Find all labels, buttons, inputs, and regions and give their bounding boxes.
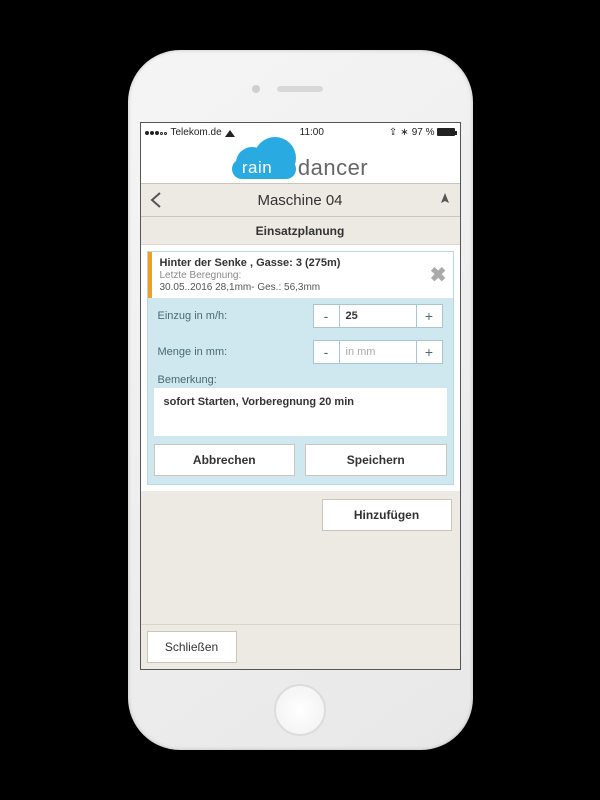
selected-field-row: Hinter der Senke , Gasse: 3 (275m) Letzt… [148, 252, 453, 298]
menge-value[interactable]: in mm [340, 341, 416, 363]
einzug-plus-button[interactable]: + [416, 305, 442, 327]
einzug-label: Einzug in m/h: [158, 310, 313, 322]
remark-input[interactable]: sofort Starten, Vorberegnung 20 min [154, 388, 447, 436]
einzug-value[interactable]: 25 [340, 305, 416, 327]
remark-label: Bemerkung: [148, 370, 453, 388]
map-marker-icon[interactable] [430, 184, 460, 216]
last-irrigation-data: 30.05..2016 28,1mm- Ges.: 56,3mm [160, 282, 445, 293]
lower-panel: Hinzufügen Schließen [141, 491, 460, 669]
save-button[interactable]: Speichern [305, 444, 447, 476]
app-logo: rain dancer [141, 141, 460, 183]
phone-speaker [277, 86, 323, 92]
section-header: Einsatzplanung [141, 217, 460, 245]
planning-card: Hinter der Senke , Gasse: 3 (275m) Letzt… [147, 251, 454, 485]
menge-label: Menge in mm: [158, 346, 313, 358]
cloud-icon: rain [232, 145, 296, 179]
page-title: Maschine 04 [171, 192, 430, 209]
field-title: Hinter der Senke , Gasse: 3 (275m) [160, 257, 445, 269]
logo-text-dancer: dancer [298, 155, 368, 181]
carrier-label: Telekom.de [171, 127, 222, 138]
title-bar: Maschine 04 [141, 183, 460, 217]
remove-field-button[interactable]: ✖ [430, 263, 447, 288]
add-button[interactable]: Hinzufügen [322, 499, 452, 531]
cancel-button[interactable]: Abbrechen [154, 444, 296, 476]
menge-stepper: - in mm + [313, 340, 443, 364]
close-button[interactable]: Schließen [147, 631, 237, 663]
phone-camera [252, 85, 260, 93]
menge-plus-button[interactable]: + [416, 341, 442, 363]
bluetooth-icon: ∗ [400, 127, 408, 138]
wifi-icon [225, 127, 235, 137]
logo-text-rain: rain [242, 158, 272, 178]
alarm-icon: ⇪ [389, 127, 397, 138]
last-irrigation-label: Letzte Beregnung: [160, 270, 445, 281]
phone-frame: Telekom.de 11:00 ⇪ ∗ 97 % rain dancer [128, 50, 473, 750]
clock-label: 11:00 [300, 127, 324, 138]
app-screen: Telekom.de 11:00 ⇪ ∗ 97 % rain dancer [140, 122, 461, 670]
einzug-minus-button[interactable]: - [314, 305, 340, 327]
home-button[interactable] [274, 684, 326, 736]
menge-minus-button[interactable]: - [314, 341, 340, 363]
menge-row: Menge in mm: - in mm + [148, 334, 453, 370]
einzug-row: Einzug in m/h: - 25 + [148, 298, 453, 334]
signal-dots-icon [145, 127, 168, 138]
battery-icon [437, 128, 455, 136]
einzug-stepper: - 25 + [313, 304, 443, 328]
battery-percent: 97 % [412, 127, 435, 138]
back-button[interactable] [141, 184, 171, 216]
ios-status-bar: Telekom.de 11:00 ⇪ ∗ 97 % [141, 123, 460, 141]
